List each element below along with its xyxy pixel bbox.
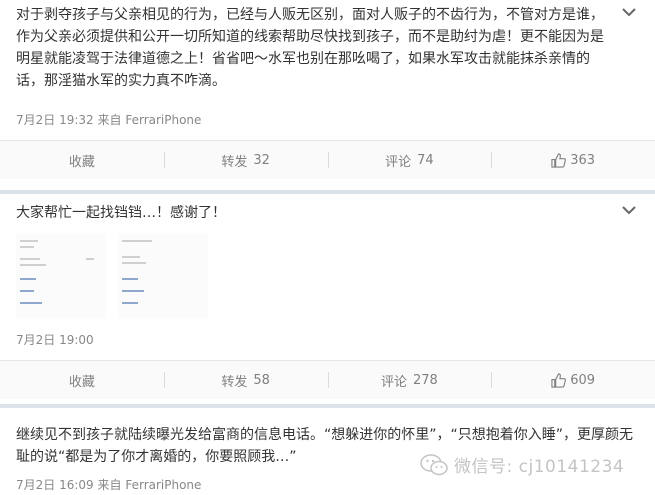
post-time: 19:00 — [59, 333, 94, 347]
repost-button[interactable]: 转发 58 — [163, 361, 328, 399]
post-time: 16:09 — [59, 478, 94, 492]
action-bar: 收藏 转发 32 评论 74 363 — [0, 140, 655, 179]
post-date: 7月2日 — [16, 113, 56, 127]
post-meta: 7月2日 16:09 来自 FerrariPhone — [16, 476, 201, 493]
attached-image-1[interactable] — [16, 234, 106, 318]
repost-label: 转发 — [221, 154, 248, 170]
collect-button[interactable]: 收藏 — [0, 361, 164, 399]
watermark-text: 微信号: cj10141234 — [454, 457, 625, 477]
post-date: 7月2日 — [16, 333, 56, 347]
repost-button[interactable]: 转发 32 — [163, 141, 328, 179]
post-meta: 7月2日 19:32 来自 FerrariPhone — [16, 111, 201, 128]
chevron-down-icon[interactable] — [621, 6, 637, 18]
post-date: 7月2日 — [16, 478, 56, 492]
attached-image-2[interactable] — [118, 234, 208, 318]
comment-count: 74 — [417, 152, 434, 168]
post-time: 19:32 — [59, 113, 94, 127]
thumbs-up-icon — [551, 372, 567, 388]
collect-button[interactable]: 收藏 — [0, 141, 164, 179]
post-meta: 7月2日 19:00 — [16, 331, 94, 348]
comment-label: 评论 — [385, 154, 412, 170]
comment-button[interactable]: 评论 74 — [327, 141, 492, 179]
like-button[interactable]: 363 — [491, 141, 655, 179]
collect-label: 收藏 — [68, 154, 95, 170]
comment-count: 278 — [412, 372, 438, 388]
like-button[interactable]: 609 — [491, 361, 655, 399]
weibo-post-1: 对于剥夺孩子与父亲相见的行为，已经与人贩无区别，面对人贩子的不齿行为，不管对方是… — [0, 0, 655, 190]
comment-label: 评论 — [380, 374, 407, 390]
post-images[interactable] — [16, 234, 210, 318]
watermark: 微信号: cj10141234 — [420, 452, 624, 477]
repost-count: 58 — [253, 372, 270, 388]
like-count: 363 — [570, 152, 596, 168]
chevron-down-icon[interactable] — [621, 204, 637, 216]
wechat-icon — [420, 453, 448, 475]
post-source[interactable]: 来自 FerrariPhone — [98, 478, 202, 492]
like-count: 609 — [570, 372, 596, 388]
collect-label: 收藏 — [68, 374, 95, 390]
repost-label: 转发 — [221, 374, 248, 390]
post-text: 对于剥夺孩子与父亲相见的行为，已经与人贩无区别，面对人贩子的不齿行为，不管对方是… — [16, 7, 604, 89]
comment-button[interactable]: 评论 278 — [327, 361, 492, 399]
repost-count: 32 — [253, 152, 270, 168]
thumbs-up-icon — [551, 152, 567, 168]
post-text: 大家帮忙一起找铛铛…！感谢了！ — [16, 205, 226, 221]
post-source[interactable]: 来自 FerrariPhone — [98, 113, 202, 127]
action-bar: 收藏 转发 58 评论 278 609 — [0, 360, 655, 399]
